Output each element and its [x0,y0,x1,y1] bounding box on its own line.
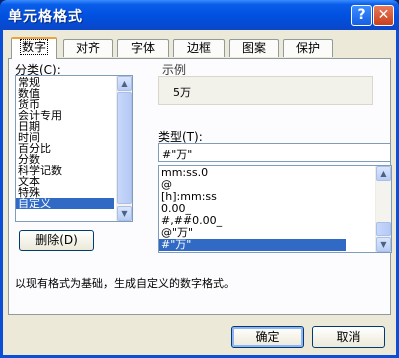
list-item[interactable]: #,##0.00_ [159,215,391,227]
dialog-title: 单元格格式 [8,9,83,25]
sample-box: 5万 [158,76,373,105]
help-button[interactable]: ? [351,5,372,26]
scroll-thumb[interactable] [117,92,132,204]
scroll-down-arrow-icon[interactable]: ▼ [376,237,391,252]
delete-button[interactable]: 删除(D) [19,230,94,251]
tab-alignment[interactable]: 对齐 [63,39,113,57]
list-item-selected[interactable]: 自定义 [16,198,114,209]
ok-button[interactable]: 确定 [231,326,304,348]
list-item[interactable]: 文本 [16,176,132,187]
list-item[interactable]: mm:ss.0 [159,167,391,179]
scroll-thumb[interactable] [376,222,391,236]
category-list[interactable]: 常规 数值 货币 会计专用 日期 时间 百分比 分数 科学记数 文本 特殊 自定… [15,75,133,222]
list-item[interactable]: @ [159,179,391,191]
type-list[interactable]: mm:ss.0 @ [h]:mm:ss 0.00_ #,##0.00_ @"万"… [158,165,392,253]
tab-border[interactable]: 边框 [173,39,225,57]
description-text: 以现有格式为基础，生成自定义的数字格式。 [15,277,235,290]
number-tab-panel: 分类(C): 常规 数值 货币 会计专用 日期 时间 百分比 分数 科学记数 文… [8,58,392,315]
list-item[interactable]: @"万" [159,227,391,239]
tab-number-label: 数字 [19,39,48,55]
list-item[interactable]: 货币 [16,99,132,110]
title-bar[interactable]: 单元格格式 ? ✕ [0,0,399,30]
list-item[interactable]: 分数 [16,154,132,165]
list-item[interactable]: 特殊 [16,187,132,198]
list-item[interactable]: 日期 [16,121,132,132]
sample-value: 5万 [173,86,191,99]
category-scrollbar[interactable]: ▲ ▼ [116,76,132,221]
list-item[interactable]: 百分比 [16,143,132,154]
type-input[interactable]: #"万" [158,143,391,162]
tab-patterns[interactable]: 图案 [229,39,279,57]
tab-protection[interactable]: 保护 [283,39,333,57]
cancel-button[interactable]: 取消 [312,326,385,348]
scroll-down-arrow-icon[interactable]: ▼ [117,206,132,221]
close-button[interactable]: ✕ [373,5,394,26]
list-item[interactable]: 常规 [16,77,132,88]
format-cells-dialog: 单元格格式 ? ✕ 数字 对齐 字体 边框 图案 保护 分类(C): 常规 数值… [0,0,399,358]
tab-font[interactable]: 字体 [117,39,169,57]
scroll-up-arrow-icon[interactable]: ▲ [117,76,132,91]
tab-number[interactable]: 数字 [11,37,57,59]
list-item[interactable]: [h]:mm:ss [159,191,391,203]
type-scrollbar[interactable]: ▲ ▼ [375,166,391,252]
list-item[interactable]: 数值 [16,88,132,99]
scroll-up-arrow-icon[interactable]: ▲ [376,166,391,181]
dialog-body: 数字 对齐 字体 边框 图案 保护 分类(C): 常规 数值 货币 会计专用 日… [3,30,396,355]
list-item[interactable]: 会计专用 [16,110,132,121]
list-item-selected[interactable]: #"万" [159,239,346,251]
list-item[interactable]: 科学记数 [16,165,132,176]
list-item[interactable]: 时间 [16,132,132,143]
list-item[interactable]: 0.00_ [159,203,391,215]
